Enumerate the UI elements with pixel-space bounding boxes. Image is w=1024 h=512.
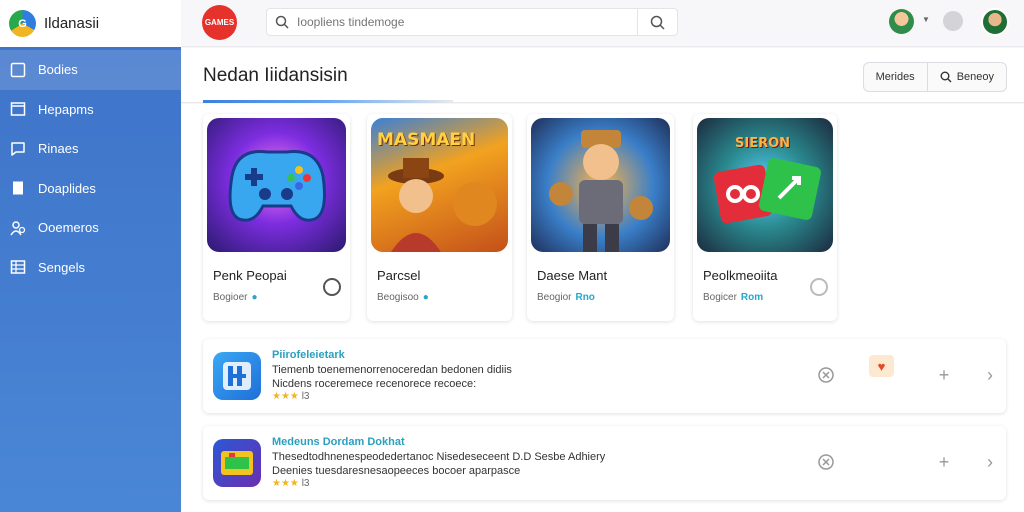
game-tile-icon (221, 451, 253, 475)
add-button[interactable]: + (933, 364, 955, 386)
chevron-right-icon[interactable]: › (979, 364, 1001, 386)
card-title: Daese Mant (537, 268, 608, 283)
chevron-down-icon[interactable]: ▼ (922, 15, 930, 24)
people-icon (9, 219, 26, 236)
warrior-character-icon (549, 130, 653, 252)
card-tag: ● (422, 292, 429, 303)
heart-icon: ♥ (877, 358, 886, 374)
list-item[interactable]: Piirofeleietark Tiemenb toenemenorrenoce… (203, 339, 1006, 413)
blocks-icon (713, 158, 821, 224)
search-button[interactable] (637, 8, 677, 36)
game-card[interactable]: MASMAEN Parcsel Beogisoo ● (367, 114, 512, 321)
main-header: Nedan Iiidansisin Merides Beneoy (181, 48, 1024, 103)
merides-button[interactable]: Merides (864, 63, 927, 91)
chat-icon (9, 140, 26, 157)
card-title: Parcsel (377, 268, 421, 283)
rating: ★★★ l3 (272, 391, 309, 402)
sidebar-item-label: Doaplides (38, 180, 96, 196)
star-rating: ★★★ (272, 391, 299, 402)
square-icon (9, 61, 26, 78)
badge-icon[interactable] (323, 278, 341, 296)
sidebar-item-doaplides[interactable]: Doaplides (0, 169, 181, 209)
beneoy-button-label: Beneoy (956, 71, 994, 83)
sidebar-nav: Bodies Hepapms Rinaes Doaplides Ooemeros (0, 50, 181, 287)
user-avatar[interactable] (981, 8, 1009, 36)
sidebar-item-rinaes[interactable]: Rinaes (0, 129, 181, 169)
game-art-blocks: SIERON (697, 118, 833, 252)
game-card[interactable]: SIERON Peolkmeoiita Bogicer Rom (693, 114, 837, 321)
app-brand[interactable]: G Ildanasii (0, 0, 181, 47)
header-button-group: Merides Beneoy (862, 62, 1007, 92)
game-card[interactable]: Daese Mant Beogior Rno (527, 114, 674, 321)
card-subtitle: Beogisoo ● (377, 292, 508, 303)
sidebar-item-hepapms[interactable]: Hepapms (0, 90, 181, 130)
cowboy-character-icon (388, 158, 497, 252)
card-tag: Rom (740, 292, 764, 303)
sidebar-item-bodies[interactable]: Bodies (0, 50, 181, 90)
game-art-warrior (531, 118, 670, 252)
app-icon (213, 352, 261, 400)
star-rating: ★★★ (272, 478, 299, 489)
document-icon (9, 180, 26, 197)
list-item-title: Piirofeleietark (272, 349, 345, 361)
avatar[interactable] (889, 9, 914, 34)
window-icon (9, 101, 26, 118)
card-tag: ● (251, 292, 258, 303)
search-bar (266, 8, 678, 36)
games-logo[interactable]: GAMES (202, 5, 237, 40)
gamepad-icon (228, 150, 326, 222)
sidebar-item-sengels[interactable]: Sengels (0, 248, 181, 288)
search-input[interactable] (297, 15, 637, 29)
sidebar-item-ooemeros[interactable]: Ooemeros (0, 208, 181, 248)
sidebar-item-label: Sengels (38, 259, 85, 275)
search-icon (650, 15, 665, 30)
badge-icon[interactable] (810, 278, 828, 296)
description-line: Deenies tuesdaresnesaopeeces bocoer apar… (272, 465, 521, 477)
title-underline (203, 100, 453, 103)
game-card[interactable]: Penk Peopai Bogioer ● (203, 114, 350, 321)
search-icon (267, 15, 297, 29)
list-item-description: Tiemenb toenemenorrenoceredan bedonen di… (272, 363, 652, 391)
sidebar: G Ildanasii Bodies Hepapms Rinaes Doapli… (0, 0, 181, 512)
card-category: Beogisoo (377, 292, 419, 303)
merides-button-label: Merides (875, 71, 915, 83)
sidebar-item-label: Ooemeros (38, 220, 99, 236)
search-icon (940, 71, 952, 83)
card-category: Bogioer (213, 292, 248, 303)
page-title: Nedan Iiidansisin (203, 65, 348, 86)
rating-count: l3 (301, 391, 310, 402)
close-circle-icon[interactable] (815, 364, 837, 386)
app-grid-icon (223, 362, 251, 390)
list-item-description: Thesedtodhnenespeodedertanoc Nisedesecee… (272, 450, 692, 478)
close-circle-icon[interactable] (815, 451, 837, 473)
game-art-masmaen: MASMAEN (371, 118, 508, 252)
card-subtitle: Beogior Rno (537, 292, 670, 303)
heart-button[interactable]: ♥ (869, 355, 894, 377)
description-line: Nicdens roceremece recenorece recoece: (272, 378, 477, 390)
top-bar: GAMES ▼ (181, 0, 1024, 47)
list-item[interactable]: Medeuns Dordam Dokhat Thesedtodhnenespeo… (203, 426, 1006, 500)
card-category: Bogicer (703, 292, 737, 303)
add-button[interactable]: + (933, 451, 955, 473)
gear-icon[interactable] (943, 11, 963, 31)
main-content: Penk Peopai Bogioer ● MASMAEN Parcsel Be… (181, 104, 1024, 512)
chevron-right-icon[interactable]: › (979, 451, 1001, 473)
table-icon (9, 259, 26, 276)
beneoy-button[interactable]: Beneoy (926, 63, 1006, 91)
rating: ★★★ l3 (272, 478, 309, 489)
sidebar-item-label: Hepapms (38, 101, 94, 117)
sidebar-item-label: Bodies (38, 62, 78, 78)
card-category: Beogior (537, 292, 572, 303)
sidebar-item-label: Rinaes (38, 141, 79, 157)
description-line: Tiemenb toenemenorrenoceredan bedonen di… (272, 364, 512, 376)
description-line: Thesedtodhnenespeodedertanoc Nisedesecee… (272, 451, 606, 463)
list-item-title: Medeuns Dordam Dokhat (272, 436, 405, 448)
game-art-controller (207, 118, 346, 252)
rating-count: l3 (301, 478, 310, 489)
card-tag: Rno (575, 292, 595, 303)
app-name: Ildanasii (44, 15, 100, 32)
app-logo-icon: G (9, 10, 36, 37)
app-icon (213, 439, 261, 487)
